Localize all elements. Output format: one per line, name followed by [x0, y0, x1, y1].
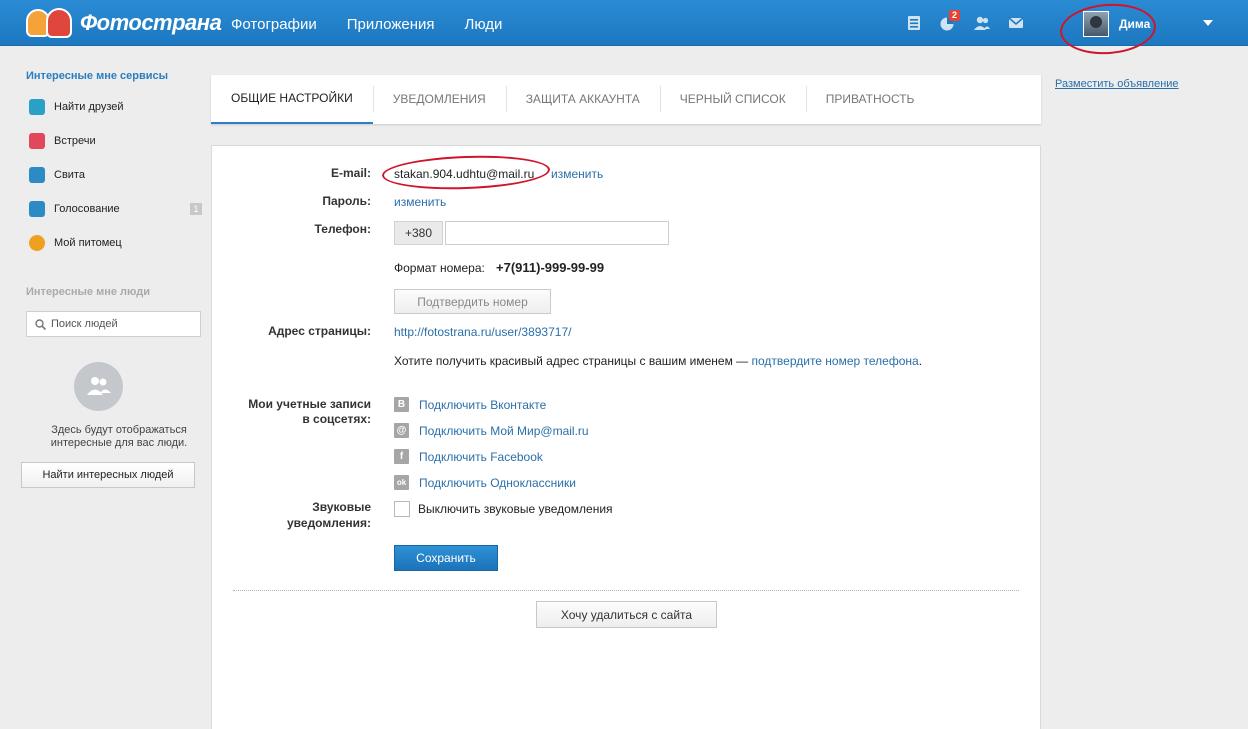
feed-icon[interactable] [905, 15, 923, 31]
crown-icon [29, 167, 45, 183]
facebook-icon: f [394, 449, 409, 464]
top-bar: Фотострана Фотографии Приложения Люди 2 … [0, 0, 1248, 46]
address-hint-end: . [918, 354, 923, 368]
social-label-line1: Мои учетные записи [248, 397, 371, 411]
nav-apps[interactable]: Приложения [347, 16, 435, 33]
site-logo[interactable]: Фотострана [26, 7, 222, 39]
connect-vk[interactable]: B Подключить Вконтакте [394, 397, 546, 412]
search-icon [35, 318, 46, 330]
nav-photos[interactable]: Фотографии [231, 16, 317, 33]
connect-mailru-link[interactable]: Подключить Мой Мир@mail.ru [419, 424, 589, 438]
sidebar-item-find-friends[interactable]: Найти друзей [26, 90, 202, 124]
sound-checkbox-label[interactable]: Выключить звуковые уведомления [418, 502, 613, 516]
connect-facebook[interactable]: f Подключить Facebook [394, 449, 543, 464]
settings-form: E-mail: stakan.904.udhtu@mail.ru изменит… [211, 145, 1041, 729]
tab-notifications[interactable]: Уведомления [372, 75, 506, 124]
connect-mailru[interactable]: @ Подключить Мой Мир@mail.ru [394, 423, 589, 438]
odnoklassniki-icon: ok [394, 475, 409, 490]
sound-label-line2: уведомления: [287, 516, 371, 530]
sidebar-item-svita[interactable]: Свита [26, 158, 202, 192]
connect-odnoklassniki-link[interactable]: Подключить Одноклассники [419, 476, 576, 490]
meetings-icon [29, 133, 45, 149]
address-label: Адрес страницы: [268, 324, 371, 338]
connect-facebook-link[interactable]: Подключить Facebook [419, 450, 543, 464]
header-icons: 2 [905, 10, 1025, 31]
password-label: Пароль: [322, 194, 371, 208]
annotation-oval-email [381, 153, 551, 192]
phone-country-code[interactable]: +380 [394, 221, 443, 245]
people-title: Интересные мне люди [26, 286, 151, 298]
social-label-line2: в соцсетях: [302, 412, 371, 426]
sidebar-item-voting[interactable]: Голосование 1 [26, 192, 202, 226]
events-icon[interactable]: 2 [939, 10, 960, 31]
people-placeholder-icon [74, 362, 123, 411]
sidebar-item-label: Голосование [54, 203, 120, 215]
email-change-link[interactable]: изменить [551, 167, 603, 181]
sidebar: Интересные мне сервисы Найти друзей Встр… [21, 70, 202, 488]
voting-icon [29, 201, 45, 217]
messages-icon[interactable] [1007, 15, 1025, 31]
tab-blacklist[interactable]: Черный список [659, 75, 806, 124]
nav-people[interactable]: Люди [464, 16, 502, 33]
mailru-icon: @ [394, 423, 409, 438]
sidebar-item-label: Мой питомец [54, 237, 122, 249]
voting-count-badge: 1 [190, 203, 202, 215]
sidebar-item-label: Свита [54, 169, 85, 181]
people-search-input[interactable] [51, 318, 191, 330]
people-empty-text: Здесь будут отображаться интересные для … [50, 424, 188, 449]
delete-account-button[interactable]: Хочу удалиться с сайта [536, 601, 717, 628]
address-link[interactable]: http://fotostrana.ru/user/3893717/ [394, 325, 571, 339]
connect-vk-link[interactable]: Подключить Вконтакте [419, 398, 546, 412]
sound-checkbox[interactable] [394, 501, 410, 517]
vk-icon: B [394, 397, 409, 412]
people-search[interactable] [26, 311, 201, 337]
format-value: +7(911)-999-99-99 [496, 260, 605, 275]
logo-text: Фотострана [80, 10, 222, 35]
sidebar-item-label: Встречи [54, 135, 96, 147]
confirm-phone-link[interactable]: подтвердите номер телефона [752, 354, 919, 368]
tab-general[interactable]: Общие настройки [211, 75, 373, 124]
tab-account-security[interactable]: Защита аккаунта [505, 75, 660, 124]
phone-input[interactable] [445, 221, 669, 245]
sidebar-item-meetings[interactable]: Встречи [26, 124, 202, 158]
sidebar-item-label: Найти друзей [54, 101, 124, 113]
connect-odnoklassniki[interactable]: ok Подключить Одноклассники [394, 475, 576, 490]
save-button[interactable]: Сохранить [394, 545, 498, 571]
paw-icon [29, 235, 45, 251]
divider [233, 590, 1019, 591]
address-hint: Хотите получить красивый адрес страницы … [394, 354, 922, 368]
chevron-down-icon[interactable] [1203, 20, 1213, 26]
email-label: E-mail: [330, 166, 371, 180]
phone-label: Телефон: [314, 222, 371, 236]
sidebar-item-pet[interactable]: Мой питомец [26, 226, 202, 260]
confirm-phone-button[interactable]: Подтвердить номер [394, 289, 551, 314]
find-people-button[interactable]: Найти интересных людей [21, 462, 195, 488]
place-ad-link[interactable]: Разместить объявление [1055, 78, 1179, 90]
events-badge: 2 [949, 10, 960, 21]
address-hint-text: Хотите получить красивый адрес страницы … [394, 354, 749, 368]
find-friends-icon [29, 99, 45, 115]
services-title: Интересные мне сервисы [26, 70, 169, 82]
top-nav: Фотографии Приложения Люди [231, 16, 502, 33]
format-label: Формат номера: [394, 261, 485, 275]
friends-icon[interactable] [973, 15, 991, 31]
sound-label-line1: Звуковые [312, 500, 371, 514]
settings-tabs: Общие настройки Уведомления Защита аккау… [211, 75, 1041, 124]
logo-mark-icon [26, 7, 74, 39]
tab-privacy[interactable]: Приватность [805, 75, 935, 124]
sound-toggle[interactable]: Выключить звуковые уведомления [394, 501, 613, 517]
password-change-link[interactable]: изменить [394, 195, 446, 209]
